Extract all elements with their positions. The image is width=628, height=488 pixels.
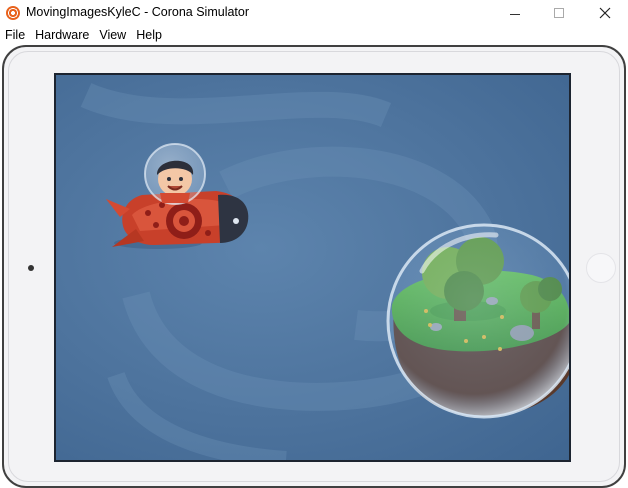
minimize-icon — [510, 13, 520, 15]
maximize-icon — [554, 8, 564, 18]
close-button[interactable] — [582, 0, 628, 26]
camera-icon — [28, 265, 34, 271]
close-icon — [599, 7, 611, 19]
title-bar: MovingImagesKyleC - Corona Simulator — [0, 0, 628, 26]
maximize-button[interactable] — [536, 0, 582, 26]
menu-bar: File Hardware View Help — [0, 26, 628, 44]
menu-hardware[interactable]: Hardware — [30, 26, 94, 44]
menu-view[interactable]: View — [94, 26, 131, 44]
menu-file[interactable]: File — [0, 26, 30, 44]
simulator-screen[interactable] — [54, 73, 571, 462]
floating-island-bubble-sprite — [386, 223, 569, 419]
rocket-astronaut-sprite — [106, 143, 249, 249]
minimize-button[interactable] — [492, 0, 538, 26]
window-title: MovingImagesKyleC - Corona Simulator — [26, 5, 250, 19]
corona-logo-icon — [6, 6, 20, 20]
menu-help[interactable]: Help — [131, 26, 167, 44]
home-button[interactable] — [586, 253, 616, 283]
game-scene — [80, 82, 569, 460]
